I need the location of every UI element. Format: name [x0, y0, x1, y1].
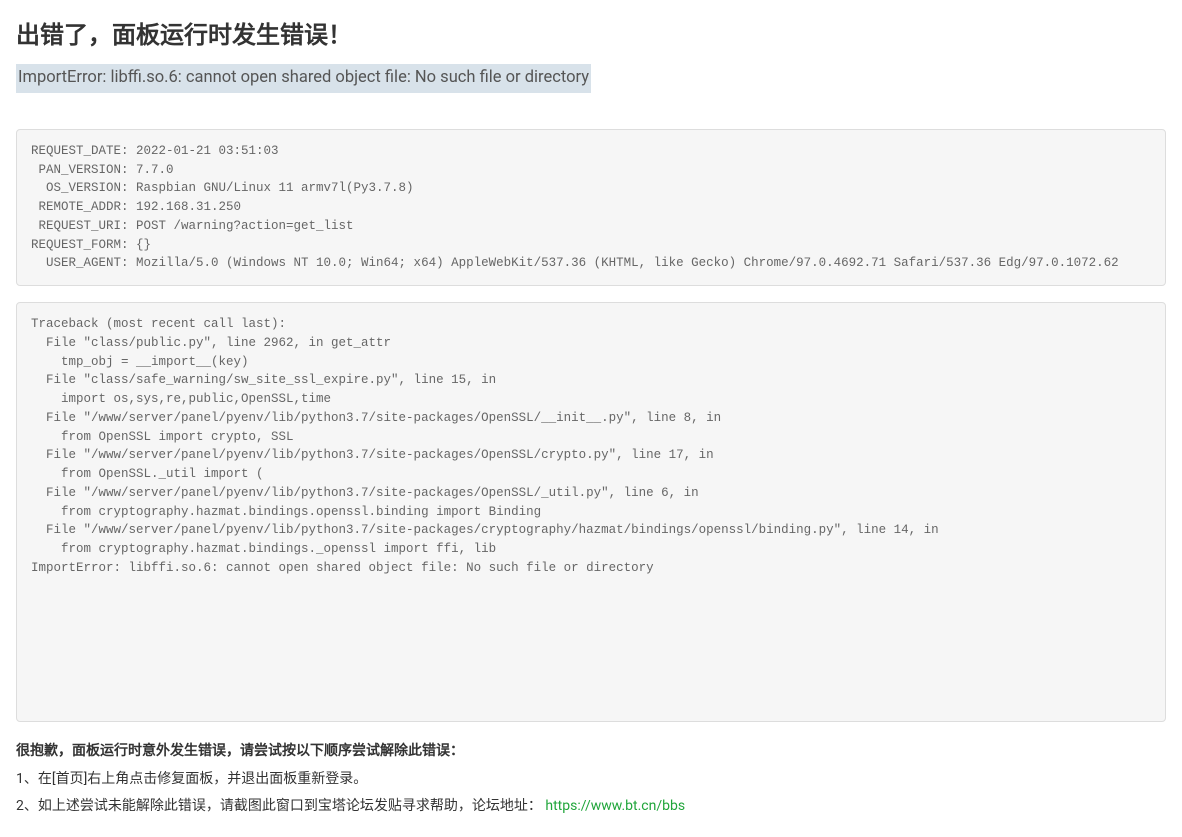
traceback-block: Traceback (most recent call last): File … — [16, 302, 1166, 722]
footer-heading: 很抱歉，面板运行时意外发生错误，请尝试按以下顺序尝试解除此错误： — [16, 740, 1166, 762]
request-info-block: REQUEST_DATE: 2022-01-21 03:51:03 PAN_VE… — [16, 129, 1166, 286]
page-title: 出错了，面板运行时发生错误！ — [16, 16, 1166, 54]
footer-info: 很抱歉，面板运行时意外发生错误，请尝试按以下顺序尝试解除此错误： 1、在[首页]… — [16, 740, 1166, 817]
error-subtitle: ImportError: libffi.so.6: cannot open sh… — [16, 64, 591, 92]
forum-link[interactable]: https://www.bt.cn/bbs — [545, 798, 685, 814]
footer-item-2-prefix: 2、如上述尝试未能解除此错误，请截图此窗口到宝塔论坛发贴寻求帮助，论坛地址： — [16, 798, 542, 814]
footer-item-1: 1、在[首页]右上角点击修复面板，并退出面板重新登录。 — [16, 768, 1166, 790]
footer-item-2: 2、如上述尝试未能解除此错误，请截图此窗口到宝塔论坛发贴寻求帮助，论坛地址： h… — [16, 795, 1166, 817]
